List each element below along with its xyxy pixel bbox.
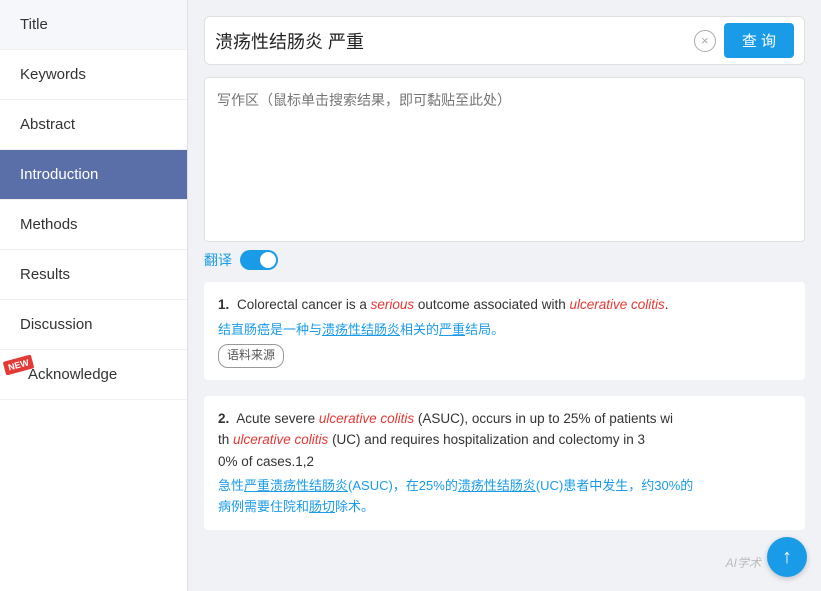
result-text: 2. Acute severe ulcerative colitis (ASUC… xyxy=(218,408,791,473)
sidebar-item-label: Methods xyxy=(20,216,78,233)
result-item[interactable]: 2. Acute severe ulcerative colitis (ASUC… xyxy=(204,396,805,530)
toggle-label: 翻译 xyxy=(204,250,232,270)
search-bar: 溃疡性结肠炎 严重 × 查 询 xyxy=(204,16,805,65)
sidebar-item-label: Title xyxy=(20,16,48,33)
search-button[interactable]: 查 询 xyxy=(724,23,794,58)
results-list: 1. Colorectal cancer is a serious outcom… xyxy=(204,282,805,530)
result-text-part: Colorectal cancer is a xyxy=(237,297,371,312)
chinese-translation: 结直肠癌是一种与溃疡性结肠炎相关的严重结局。 xyxy=(218,320,791,341)
search-query: 溃疡性结肠炎 严重 xyxy=(215,28,686,54)
chinese-translation: 急性严重溃疡性结肠炎(ASUC)，在25%的溃疡性结肠炎(UC)患者中发生，约3… xyxy=(218,476,791,518)
source-badge[interactable]: 语料来源 xyxy=(218,344,284,367)
result-number: 1. xyxy=(218,297,229,312)
sidebar-item-title[interactable]: Title xyxy=(0,0,187,50)
sidebar-item-label: Acknowledge xyxy=(28,366,117,383)
sidebar: Title Keywords Abstract Introduction Met… xyxy=(0,0,188,591)
italic-keyword: ulcerative colitis xyxy=(233,432,328,447)
main-content: 溃疡性结肠炎 严重 × 查 询 翻译 1. Colorectal cancer … xyxy=(188,0,821,591)
sidebar-item-methods[interactable]: Methods xyxy=(0,200,187,250)
result-number: 2. xyxy=(218,411,229,426)
clear-button[interactable]: × xyxy=(694,30,716,52)
sidebar-item-keywords[interactable]: Keywords xyxy=(0,50,187,100)
translate-toggle[interactable] xyxy=(240,250,278,270)
watermark: AI学术 xyxy=(726,554,761,571)
sidebar-item-results[interactable]: Results xyxy=(0,250,187,300)
sidebar-item-abstract[interactable]: Abstract xyxy=(0,100,187,150)
italic-keyword: serious xyxy=(371,297,415,312)
sidebar-item-label: Abstract xyxy=(20,116,75,133)
write-area[interactable] xyxy=(204,77,805,242)
result-text-part: Acute severe xyxy=(236,411,319,426)
sidebar-item-introduction[interactable]: Introduction xyxy=(0,150,187,200)
sidebar-item-label: Keywords xyxy=(20,66,86,83)
sidebar-item-label: Discussion xyxy=(20,316,93,333)
sidebar-item-label: Introduction xyxy=(20,166,98,183)
scroll-up-icon: ↑ xyxy=(782,546,792,569)
search-input-wrapper: 溃疡性结肠炎 严重 xyxy=(215,28,686,54)
result-text-part: . xyxy=(665,297,669,312)
sidebar-item-discussion[interactable]: Discussion xyxy=(0,300,187,350)
toggle-row: 翻译 xyxy=(204,250,805,270)
result-text-part: outcome associated with xyxy=(414,297,569,312)
result-item[interactable]: 1. Colorectal cancer is a serious outcom… xyxy=(204,282,805,380)
sidebar-item-acknowledge[interactable]: NEW Acknowledge xyxy=(0,350,187,400)
italic-keyword: ulcerative colitis xyxy=(319,411,414,426)
italic-keyword: ulcerative colitis xyxy=(569,297,664,312)
scroll-up-button[interactable]: ↑ xyxy=(767,537,807,577)
sidebar-item-label: Results xyxy=(20,266,70,283)
result-text: 1. Colorectal cancer is a serious outcom… xyxy=(218,294,791,316)
